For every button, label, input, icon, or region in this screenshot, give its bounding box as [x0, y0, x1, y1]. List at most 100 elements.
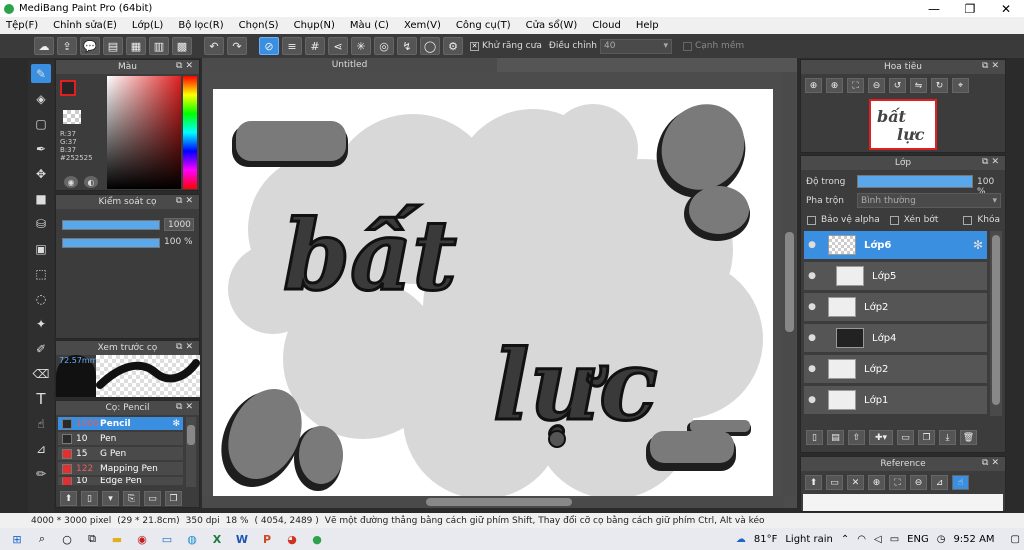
close-icon[interactable]: ✕ — [847, 475, 864, 490]
weather-desc[interactable]: Light rain — [785, 534, 833, 545]
page-icon[interactable]: ▥ — [149, 37, 169, 55]
layer-list-scrollbar[interactable] — [990, 231, 1002, 416]
perspective-snap-icon[interactable]: ⋖ — [328, 37, 348, 55]
comment-icon[interactable]: 💬 — [80, 37, 100, 55]
gear-icon[interactable]: ✻ — [172, 419, 180, 429]
brush-size-value[interactable]: 1000 — [164, 218, 194, 231]
redo-icon[interactable]: ↷ — [227, 37, 247, 55]
eye-icon[interactable]: ● — [804, 271, 820, 281]
eye-icon[interactable]: ● — [804, 364, 820, 374]
menu-color[interactable]: Màu (C) — [350, 20, 389, 31]
color-mix-icon[interactable]: ◐ — [84, 176, 98, 188]
fit-window-icon[interactable]: ⛶ — [889, 475, 906, 490]
share-icon[interactable]: ⇪ — [57, 37, 77, 55]
protect-alpha-checkbox[interactable] — [807, 215, 816, 225]
undo-icon[interactable]: ↶ — [204, 37, 224, 55]
search-icon[interactable]: ⌕ — [31, 530, 53, 548]
document-tab[interactable]: Untitled — [202, 58, 497, 72]
layer-add-menu-icon[interactable]: ✚▾ — [869, 430, 893, 445]
close-button[interactable]: ✕ — [988, 0, 1024, 17]
drawing-canvas[interactable]: bất lực — [213, 89, 773, 507]
eye-icon[interactable]: ● — [804, 333, 820, 343]
ime-icon[interactable]: ▭ — [890, 534, 899, 545]
concentric-snap-icon[interactable]: ◎ — [374, 37, 394, 55]
layer-up-icon[interactable]: ⇧ — [848, 430, 865, 445]
excel-icon[interactable]: X — [206, 530, 228, 548]
menu-edit[interactable]: Chỉnh sửa(E) — [53, 20, 117, 31]
brush-item[interactable]: 10 Edge Pen — [58, 477, 183, 486]
clock-time[interactable]: 9:52 AM — [953, 534, 994, 545]
layer-row-lop1[interactable]: ● Lớp1 — [804, 386, 987, 415]
menu-filter[interactable]: Bộ lọc(R) — [178, 20, 223, 31]
hand-tool-icon[interactable]: ☝ — [31, 414, 51, 433]
screen-app-icon[interactable]: ▭ — [156, 530, 178, 548]
maximize-button[interactable]: ❐ — [952, 0, 988, 17]
magic-wand-tool-icon[interactable]: ✦ — [31, 314, 51, 333]
layer-row-lop6[interactable]: ● Lớp6 ✻ — [804, 231, 987, 260]
curve-snap-icon[interactable]: ↯ — [397, 37, 417, 55]
zoom-in-icon[interactable]: ⊕ — [805, 78, 822, 93]
eye-icon[interactable]: ● — [804, 240, 820, 250]
upload-icon[interactable]: ⬆ — [805, 475, 822, 490]
brush-item[interactable]: 1000 Pencil ✻ — [58, 417, 183, 431]
eyedropper-tool-icon[interactable]: ⊿ — [31, 439, 51, 458]
chevron-up-icon[interactable]: ⌃ — [841, 534, 849, 545]
chrome-icon[interactable]: ◕ — [281, 530, 303, 548]
brush-opacity-slider[interactable] — [62, 238, 160, 248]
blend-mode-select[interactable]: Bình thường ▾ — [857, 193, 1001, 208]
select-tool-icon[interactable]: ⬚ — [31, 264, 51, 283]
eye-icon[interactable]: ● — [804, 302, 820, 312]
lock-checkbox[interactable] — [963, 215, 973, 225]
open-folder-icon[interactable]: ▭ — [826, 475, 843, 490]
canvas-vertical-scrollbar[interactable] — [783, 72, 796, 496]
parallel-snap-icon[interactable]: ≡ — [282, 37, 302, 55]
zoom-out-icon[interactable]: ⊖ — [868, 78, 885, 93]
bucket-tool-icon[interactable]: ⛁ — [31, 214, 51, 233]
notification-icon[interactable]: ▢ — [1011, 534, 1020, 545]
rotate-left-icon[interactable]: ↺ — [889, 78, 906, 93]
pen-settings-tool-icon[interactable]: ✏ — [31, 464, 51, 483]
new-layer-icon[interactable]: ▯ — [806, 430, 823, 445]
flip-icon[interactable]: ⇋ — [910, 78, 927, 93]
eraser-tool-icon[interactable]: ◈ — [31, 89, 51, 108]
menu-cloud[interactable]: Cloud — [592, 20, 621, 31]
edge-icon[interactable]: ◍ — [181, 530, 203, 548]
gear-icon[interactable]: ✻ — [973, 238, 983, 252]
language-indicator[interactable]: ENG — [907, 534, 929, 545]
menu-window[interactable]: Cửa sổ(W) — [526, 20, 578, 31]
windows-start-icon[interactable]: ⊞ — [6, 530, 28, 548]
hand-icon[interactable]: ☝ — [952, 475, 969, 490]
radial-snap-icon[interactable]: ✳ — [351, 37, 371, 55]
palette-icon[interactable]: ◉ — [64, 176, 78, 188]
weather-icon[interactable]: ☁ — [736, 534, 746, 545]
zoom-in-icon[interactable]: ⊕ — [868, 475, 885, 490]
close-icon[interactable]: ✕ — [991, 61, 1002, 71]
close-icon[interactable]: ✕ — [185, 61, 196, 71]
select-pen-tool-icon[interactable]: ✐ — [31, 339, 51, 358]
transparent-swatch[interactable] — [63, 110, 81, 124]
snap-off-icon[interactable]: ⊘ — [259, 37, 279, 55]
grid-snap-icon[interactable]: # — [305, 37, 325, 55]
file-explorer-icon[interactable]: ▬ — [106, 530, 128, 548]
wifi-icon[interactable]: ◠ — [857, 534, 866, 545]
zoom-in-alt-icon[interactable]: ⊕ — [826, 78, 843, 93]
saturation-value-picker[interactable] — [107, 76, 181, 189]
circle-snap-icon[interactable]: ◯ — [420, 37, 440, 55]
menu-tools[interactable]: Công cụ(T) — [456, 20, 511, 31]
rotate-right-icon[interactable]: ↻ — [931, 78, 948, 93]
layer-opacity-slider[interactable] — [857, 175, 973, 188]
primary-color-swatch[interactable] — [60, 80, 76, 96]
volume-icon[interactable]: ◁ — [874, 534, 882, 545]
navigator-thumbnail[interactable]: bất lực — [869, 99, 937, 150]
gradient-tool-icon[interactable]: ▣ — [31, 239, 51, 258]
canvas-horizontal-scrollbar[interactable] — [202, 496, 784, 508]
fill-rect-tool-icon[interactable]: ■ — [31, 189, 51, 208]
adjust-select[interactable]: 40 ▾ — [599, 38, 672, 54]
zoom-out-icon[interactable]: ⊖ — [910, 475, 927, 490]
layer-row-lop5[interactable]: ● Lớp5 — [804, 262, 987, 291]
folder-icon[interactable]: ▭ — [897, 430, 914, 445]
delete-layer-icon[interactable]: 🗑 — [960, 430, 977, 445]
menu-help[interactable]: Help — [636, 20, 659, 31]
layer-row-lop2[interactable]: ● Lớp2 — [804, 293, 987, 322]
pen-tool-icon[interactable]: ✒ — [31, 139, 51, 158]
